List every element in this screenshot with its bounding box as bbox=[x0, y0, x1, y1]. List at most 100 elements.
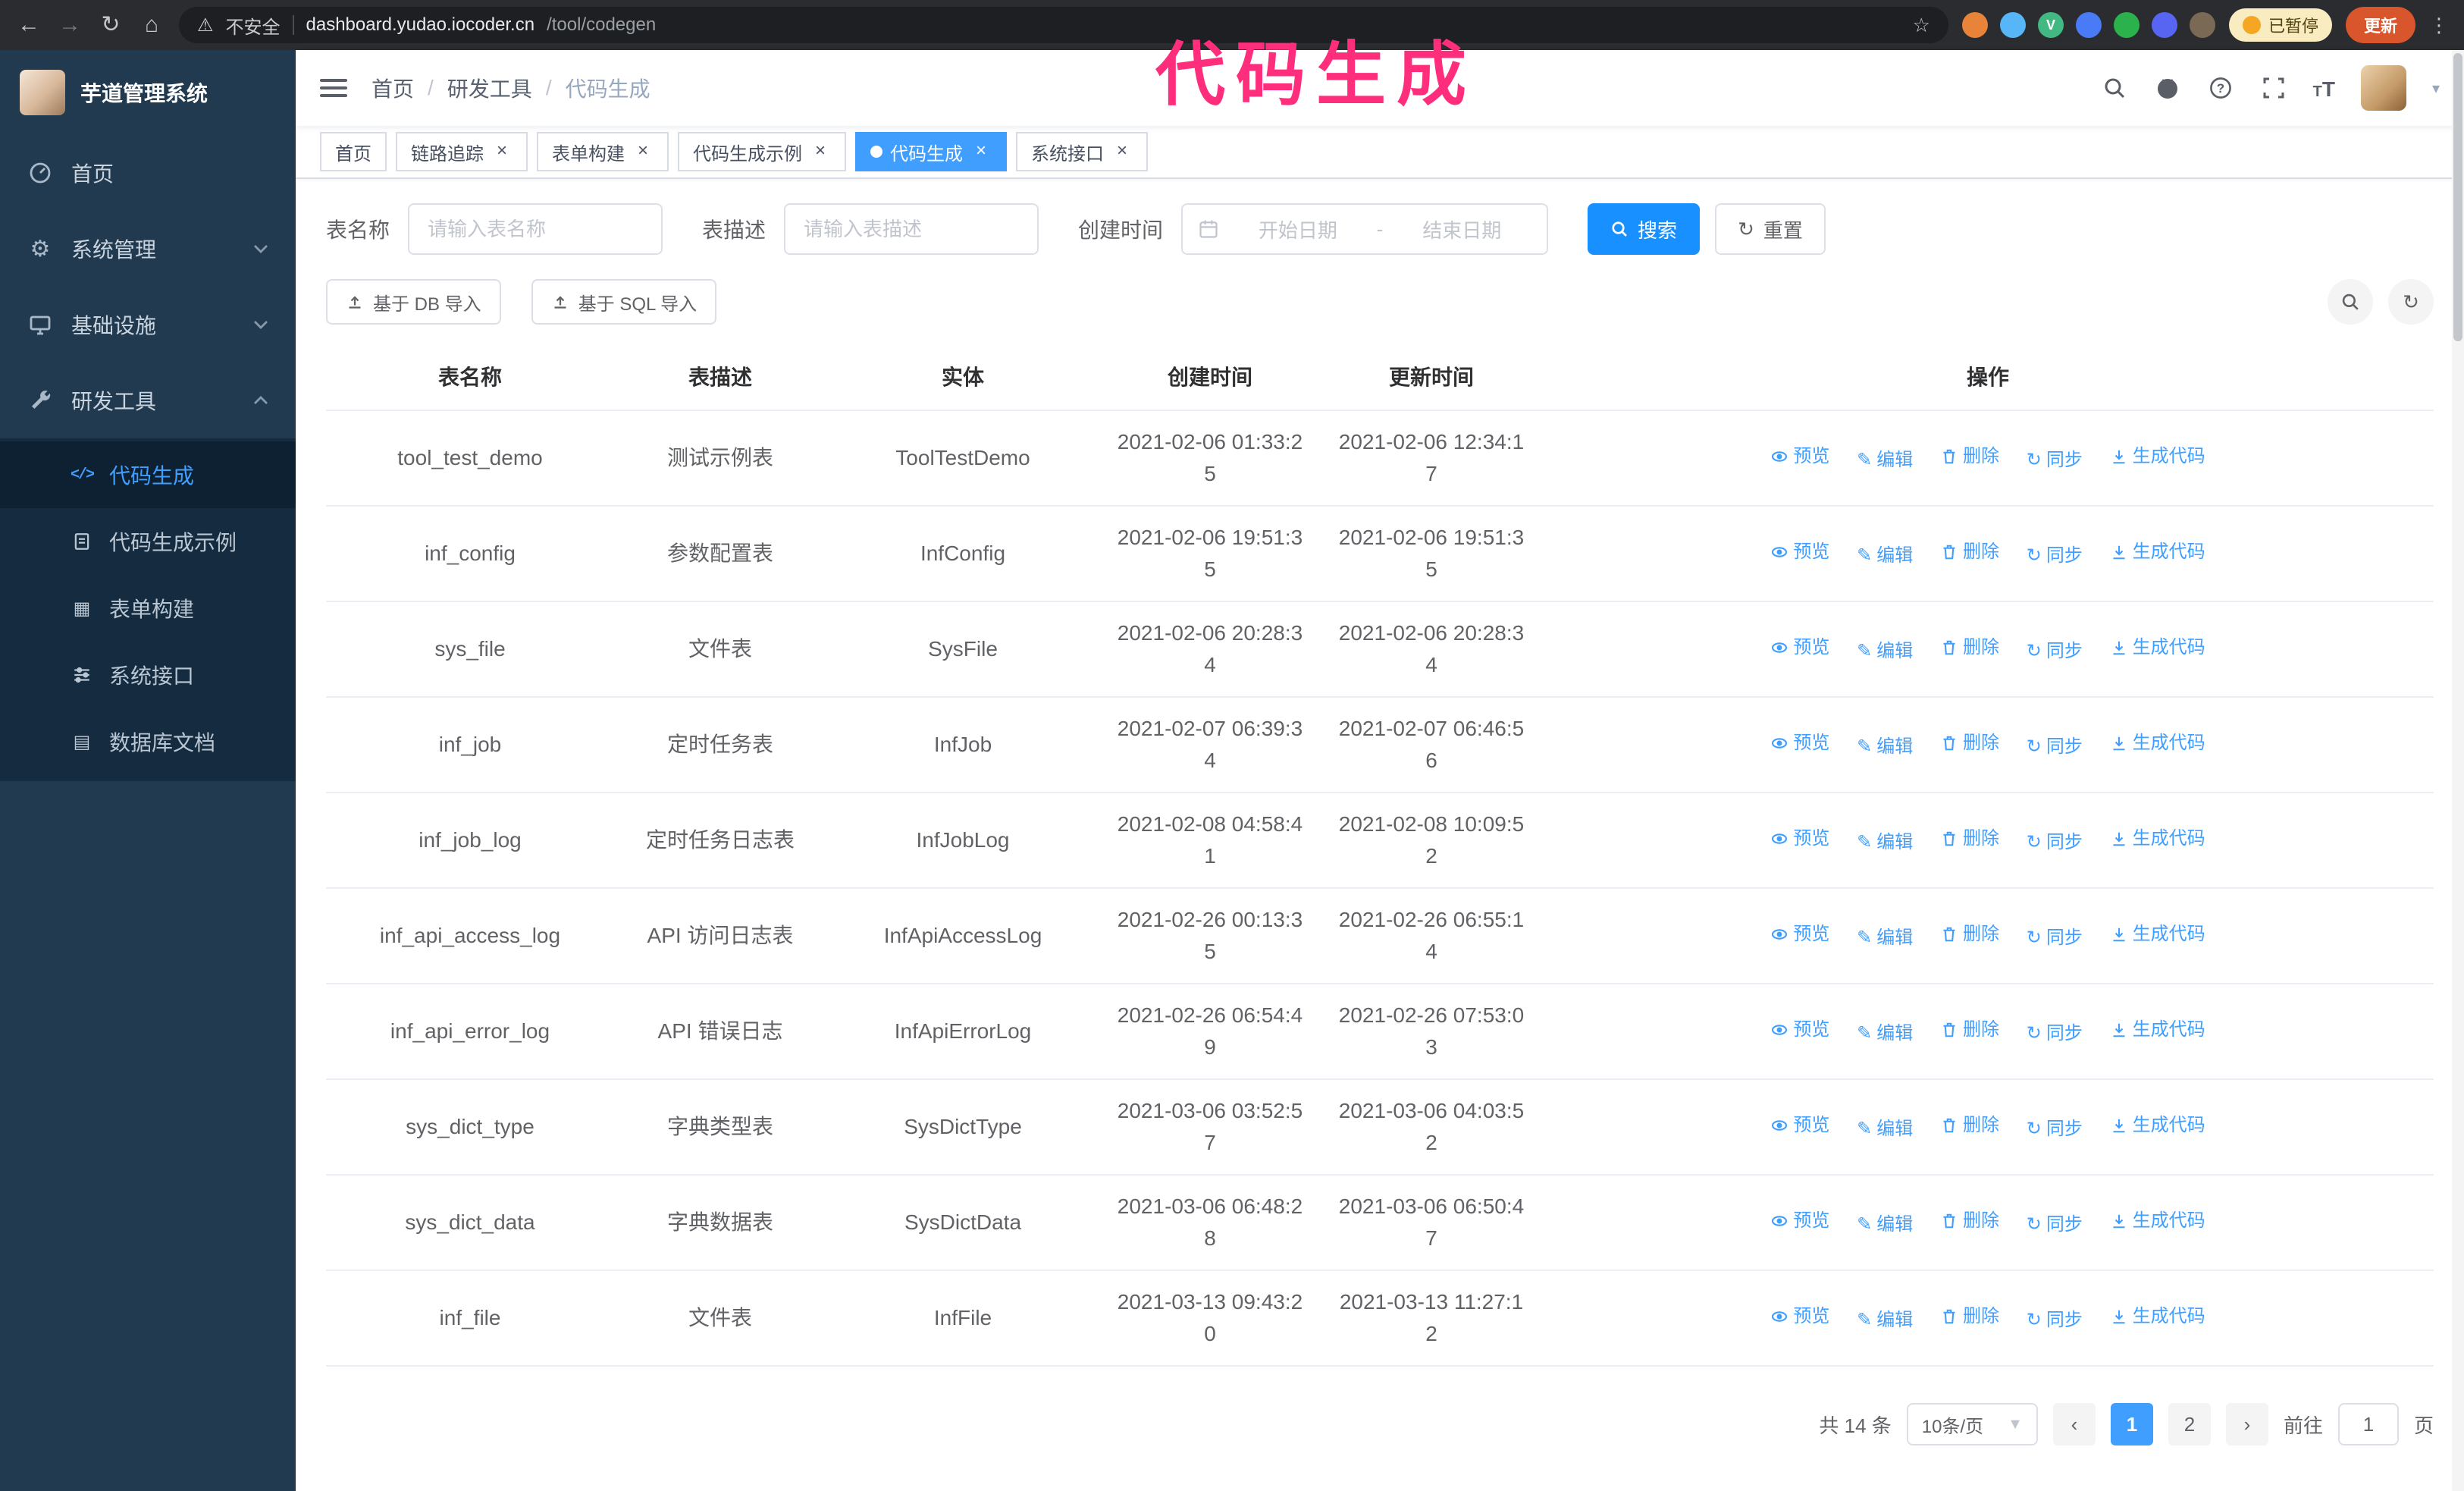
sync-action[interactable]: ↻ 同步 bbox=[2027, 731, 2083, 763]
help-icon[interactable]: ? bbox=[2207, 74, 2234, 102]
paused-badge[interactable]: 已暂停 bbox=[2228, 8, 2332, 42]
extension-icon[interactable] bbox=[2189, 12, 2215, 38]
generate-code-action[interactable]: 生成代码 bbox=[2110, 1014, 2205, 1046]
github-icon[interactable] bbox=[2154, 74, 2181, 102]
edit-action[interactable]: ✎ 编辑 bbox=[1857, 1304, 1913, 1336]
edit-action[interactable]: ✎ 编辑 bbox=[1857, 1018, 1913, 1050]
goto-page-input[interactable] bbox=[2337, 1403, 2399, 1445]
delete-action[interactable]: 删除 bbox=[1940, 632, 1999, 664]
preview-action[interactable]: 预览 bbox=[1770, 536, 1829, 568]
preview-action[interactable]: 预览 bbox=[1770, 441, 1829, 472]
breadcrumb-home[interactable]: 首页 bbox=[371, 73, 414, 103]
sidebar-item-codegen[interactable]: </> 代码生成 bbox=[0, 441, 296, 508]
preview-action[interactable]: 预览 bbox=[1770, 727, 1829, 759]
date-range-picker[interactable]: 开始日期 - 结束日期 bbox=[1181, 203, 1549, 255]
sync-action[interactable]: ↻ 同步 bbox=[2027, 444, 2083, 476]
sidebar-item-db-doc[interactable]: ▤ 数据库文档 bbox=[0, 708, 296, 775]
sync-action[interactable]: ↻ 同步 bbox=[2027, 922, 2083, 954]
page-button-1[interactable]: 1 bbox=[2110, 1403, 2153, 1445]
close-icon[interactable]: × bbox=[632, 141, 654, 162]
update-button[interactable]: 更新 bbox=[2345, 7, 2415, 43]
preview-action[interactable]: 预览 bbox=[1770, 1014, 1829, 1046]
generate-code-action[interactable]: 生成代码 bbox=[2110, 632, 2205, 664]
generate-code-action[interactable]: 生成代码 bbox=[2110, 1110, 2205, 1141]
extension-icon[interactable] bbox=[2151, 12, 2177, 38]
avatar[interactable] bbox=[2360, 65, 2406, 111]
edit-action[interactable]: ✎ 编辑 bbox=[1857, 636, 1913, 667]
preview-action[interactable]: 预览 bbox=[1770, 1110, 1829, 1141]
forward-icon[interactable]: → bbox=[56, 14, 83, 36]
date-end-placeholder[interactable]: 结束日期 bbox=[1392, 215, 1531, 243]
tab[interactable]: 代码生成 × bbox=[855, 132, 1007, 171]
generate-code-action[interactable]: 生成代码 bbox=[2110, 918, 2205, 950]
bookmark-star-icon[interactable]: ☆ bbox=[1913, 14, 1930, 37]
sidebar-item-devtools[interactable]: 研发工具 bbox=[0, 363, 296, 438]
home-icon[interactable]: ⌂ bbox=[138, 14, 165, 36]
delete-action[interactable]: 删除 bbox=[1940, 1110, 1999, 1141]
edit-action[interactable]: ✎ 编辑 bbox=[1857, 444, 1913, 476]
delete-action[interactable]: 删除 bbox=[1940, 1205, 1999, 1237]
back-icon[interactable]: ← bbox=[15, 14, 42, 36]
sidebar-item-form-builder[interactable]: ▦ 表单构建 bbox=[0, 575, 296, 642]
close-icon[interactable]: × bbox=[970, 141, 992, 162]
caret-down-icon[interactable]: ▾ bbox=[2432, 79, 2440, 98]
toggle-search-button[interactable] bbox=[2328, 279, 2373, 325]
sync-action[interactable]: ↻ 同步 bbox=[2027, 1018, 2083, 1050]
delete-action[interactable]: 删除 bbox=[1940, 1301, 1999, 1332]
extension-icon[interactable]: V bbox=[2037, 12, 2064, 38]
hamburger-icon[interactable] bbox=[320, 74, 347, 102]
generate-code-action[interactable]: 生成代码 bbox=[2110, 1301, 2205, 1332]
edit-action[interactable]: ✎ 编辑 bbox=[1857, 731, 1913, 763]
font-size-icon[interactable]: TT bbox=[2313, 74, 2335, 102]
close-icon[interactable]: × bbox=[810, 141, 831, 162]
generate-code-action[interactable]: 生成代码 bbox=[2110, 536, 2205, 568]
fullscreen-icon[interactable] bbox=[2260, 74, 2287, 102]
page-size-select[interactable]: 10条/页 ▼ bbox=[1906, 1403, 2038, 1445]
sync-action[interactable]: ↻ 同步 bbox=[2027, 1304, 2083, 1336]
extension-icon[interactable] bbox=[1999, 12, 2026, 38]
generate-code-action[interactable]: 生成代码 bbox=[2110, 1205, 2205, 1237]
delete-action[interactable]: 删除 bbox=[1940, 918, 1999, 950]
delete-action[interactable]: 删除 bbox=[1940, 727, 1999, 759]
delete-action[interactable]: 删除 bbox=[1940, 536, 1999, 568]
tab[interactable]: 表单构建 × bbox=[537, 132, 669, 171]
preview-action[interactable]: 预览 bbox=[1770, 918, 1829, 950]
extension-icon[interactable] bbox=[2113, 12, 2140, 38]
generate-code-action[interactable]: 生成代码 bbox=[2110, 727, 2205, 759]
page-button-2[interactable]: 2 bbox=[2168, 1403, 2211, 1445]
edit-action[interactable]: ✎ 编辑 bbox=[1857, 540, 1913, 572]
scrollbar-thumb[interactable] bbox=[2453, 53, 2462, 341]
edit-action[interactable]: ✎ 编辑 bbox=[1857, 827, 1913, 859]
next-page-button[interactable]: › bbox=[2225, 1403, 2268, 1445]
prev-page-button[interactable]: ‹ bbox=[2052, 1403, 2096, 1445]
sidebar-item-codegen-example[interactable]: 代码生成示例 bbox=[0, 508, 296, 575]
tab[interactable]: 链路追踪 × bbox=[396, 132, 528, 171]
reload-icon[interactable]: ↻ bbox=[97, 14, 124, 36]
extension-icon[interactable] bbox=[1961, 12, 1988, 38]
import-db-button[interactable]: 基于 DB 导入 bbox=[326, 279, 501, 325]
generate-code-action[interactable]: 生成代码 bbox=[2110, 823, 2205, 855]
edit-action[interactable]: ✎ 编辑 bbox=[1857, 922, 1913, 954]
refresh-table-button[interactable]: ↻ bbox=[2388, 279, 2434, 325]
browser-menu-icon[interactable]: ⋮ bbox=[2429, 14, 2449, 37]
close-icon[interactable]: × bbox=[1111, 141, 1133, 162]
sync-action[interactable]: ↻ 同步 bbox=[2027, 540, 2083, 572]
address-bar[interactable]: ⚠ 不安全 dashboard.yudao.iocoder.cn /tool/c… bbox=[179, 7, 1948, 43]
edit-action[interactable]: ✎ 编辑 bbox=[1857, 1209, 1913, 1241]
extension-icon[interactable] bbox=[2075, 12, 2102, 38]
table-desc-input[interactable] bbox=[784, 203, 1039, 255]
reset-button[interactable]: ↻ 重置 bbox=[1715, 203, 1826, 255]
sync-action[interactable]: ↻ 同步 bbox=[2027, 1209, 2083, 1241]
sync-action[interactable]: ↻ 同步 bbox=[2027, 636, 2083, 667]
generate-code-action[interactable]: 生成代码 bbox=[2110, 441, 2205, 472]
delete-action[interactable]: 删除 bbox=[1940, 1014, 1999, 1046]
search-button[interactable]: 搜索 bbox=[1588, 203, 1701, 255]
close-icon[interactable]: × bbox=[491, 141, 513, 162]
sidebar-item-infra[interactable]: 基础设施 bbox=[0, 287, 296, 363]
sidebar-item-system[interactable]: ⚙ 系统管理 bbox=[0, 211, 296, 287]
breadcrumb-devtools[interactable]: 研发工具 bbox=[447, 73, 532, 103]
search-icon[interactable] bbox=[2101, 74, 2128, 102]
sync-action[interactable]: ↻ 同步 bbox=[2027, 827, 2083, 859]
table-name-input[interactable] bbox=[408, 203, 663, 255]
tab[interactable]: 首页 × bbox=[320, 132, 387, 171]
